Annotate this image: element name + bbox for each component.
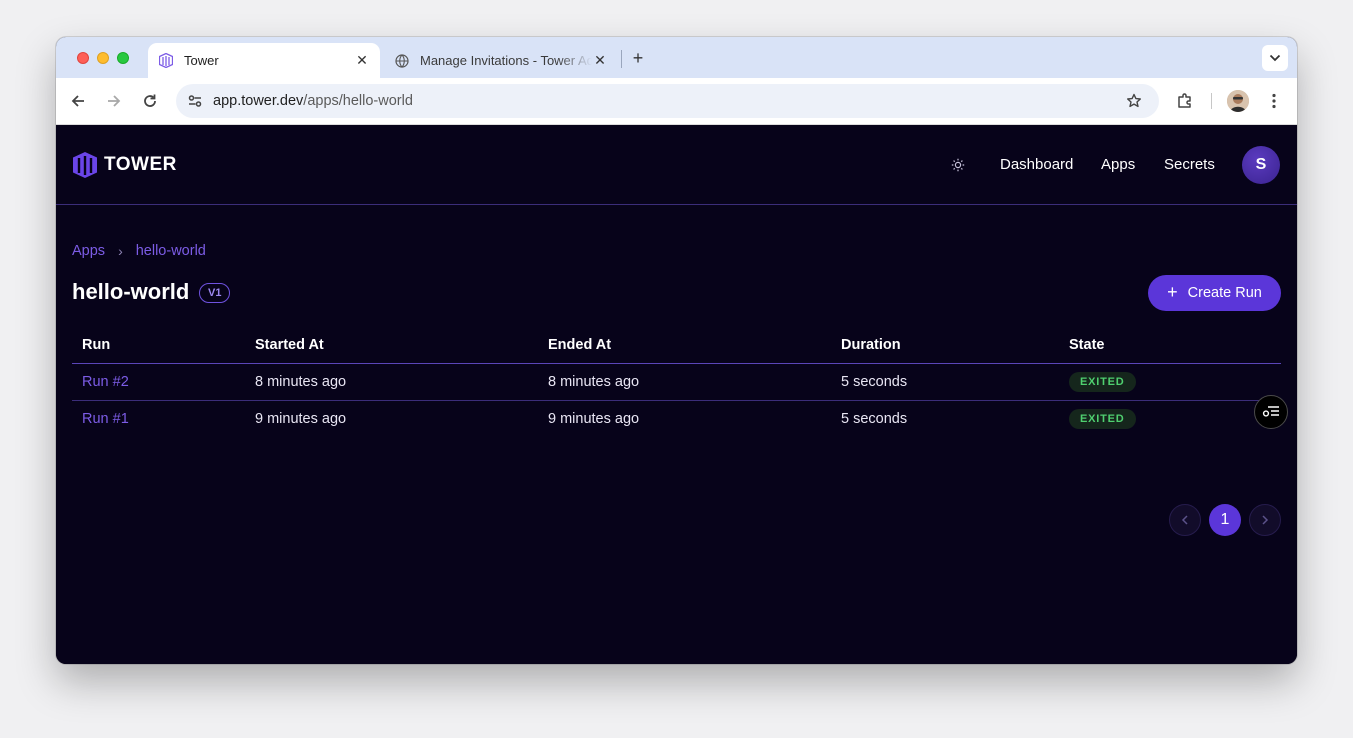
tower-logo[interactable]: TOWER — [72, 151, 177, 179]
tab-title: Manage Invitations - Tower Admin — [420, 53, 592, 68]
url-host: app.tower.dev — [213, 93, 304, 109]
column-header-state: State — [1059, 327, 1281, 364]
floating-settings-button[interactable] — [1254, 395, 1288, 429]
forward-button[interactable] — [103, 90, 125, 112]
app-header: TOWER Dashboard Apps Secrets S — [56, 125, 1297, 205]
table-row[interactable]: Run #1 9 minutes ago 9 minutes ago 5 sec… — [72, 400, 1281, 437]
nav-apps[interactable]: Apps — [1101, 156, 1135, 173]
arrow-left-icon — [71, 95, 84, 107]
create-run-label: Create Run — [1187, 285, 1262, 301]
chevron-left-icon — [1181, 515, 1188, 525]
chevron-right-icon — [1262, 515, 1269, 525]
back-button[interactable] — [67, 90, 89, 112]
tab-tower[interactable]: Tower ✕ — [148, 43, 380, 78]
url-text[interactable]: app.tower.dev/apps/hello-world — [213, 93, 413, 109]
toolbar-divider — [1211, 93, 1212, 109]
tab-search-button[interactable] — [1262, 45, 1288, 71]
table-row[interactable]: Run #2 8 minutes ago 8 minutes ago 5 sec… — [72, 363, 1281, 401]
run-cell: Run #2 — [72, 363, 245, 401]
puzzle-icon — [1178, 93, 1191, 108]
started-at-cell: 9 minutes ago — [255, 410, 347, 427]
arrow-right-icon — [108, 95, 121, 107]
close-window-button[interactable] — [77, 52, 89, 64]
state-cell: EXITED — [1059, 400, 1281, 437]
plus-icon: + — [1167, 281, 1178, 302]
theme-toggle-button[interactable] — [948, 155, 968, 175]
bookmark-star-icon[interactable] — [1123, 90, 1145, 112]
version-badge: V1 — [199, 283, 231, 303]
pagination-prev-button[interactable] — [1169, 504, 1201, 536]
filter-list-icon — [1262, 406, 1279, 417]
state-cell: EXITED — [1059, 363, 1281, 401]
duration-cell: 5 seconds — [841, 410, 908, 427]
status-badge: EXITED — [1069, 371, 1136, 392]
breadcrumb-current[interactable]: hello-world — [136, 243, 206, 259]
create-run-button[interactable]: + Create Run — [1148, 275, 1281, 311]
user-avatar[interactable]: S — [1242, 146, 1280, 184]
nav-secrets[interactable]: Secrets — [1164, 156, 1215, 173]
nav-dashboard[interactable]: Dashboard — [1000, 156, 1073, 173]
close-tab-icon[interactable]: ✕ — [354, 52, 370, 69]
minimize-window-button[interactable] — [97, 52, 109, 64]
breadcrumb: Apps › hello-world — [72, 243, 206, 259]
started-at-cell: 8 minutes ago — [245, 363, 538, 401]
tab-strip: Tower ✕ Manage Invitations - Tower Admin… — [56, 37, 1297, 78]
globe-icon — [394, 53, 410, 69]
run-cell: Run #1 — [72, 400, 245, 437]
tower-favicon-icon — [158, 53, 174, 69]
app-page: TOWER Dashboard Apps Secrets S Apps › he… — [56, 125, 1297, 664]
column-header-started-at: Started At — [245, 327, 538, 364]
page-title: hello-world — [72, 279, 190, 304]
tab-title: Tower — [184, 53, 219, 68]
table-header-row: Run Started At Ended At Duration State — [72, 327, 1281, 364]
tower-logo-icon — [73, 152, 97, 178]
new-tab-button[interactable]: + — [628, 48, 648, 68]
breadcrumb-separator: › — [118, 243, 123, 259]
runs-table: Run Started At Ended At Duration State R… — [72, 327, 1281, 437]
profile-avatar[interactable] — [1227, 90, 1249, 112]
chevron-down-icon — [1269, 54, 1281, 62]
browser-window: Tower ✕ Manage Invitations - Tower Admin… — [56, 37, 1297, 664]
ended-at-cell: 9 minutes ago — [548, 410, 640, 427]
maximize-window-button[interactable] — [117, 52, 129, 64]
close-tab-icon[interactable]: ✕ — [592, 52, 608, 69]
pagination-page-1[interactable]: 1 — [1209, 504, 1241, 536]
browser-menu-button[interactable] — [1263, 90, 1285, 112]
extensions-button[interactable] — [1174, 90, 1196, 112]
reload-button[interactable] — [139, 90, 161, 112]
url-path: /apps/hello-world — [303, 93, 413, 109]
column-header-ended-at: Ended At — [538, 327, 831, 364]
reload-icon — [144, 94, 156, 107]
more-vertical-icon — [1272, 93, 1276, 109]
pagination-next-button[interactable] — [1249, 504, 1281, 536]
logo-text: TOWER — [104, 154, 177, 175]
address-bar[interactable]: app.tower.dev/apps/hello-world — [176, 84, 1159, 118]
browser-toolbar: app.tower.dev/apps/hello-world — [56, 78, 1297, 125]
run-link[interactable]: Run #2 — [82, 374, 129, 390]
run-link[interactable]: Run #1 — [82, 411, 129, 427]
tab-divider — [621, 50, 622, 68]
ended-at-cell: 8 minutes ago — [538, 363, 831, 401]
breadcrumb-apps-link[interactable]: Apps — [72, 243, 105, 259]
site-settings-icon[interactable] — [184, 90, 206, 112]
column-header-run: Run — [72, 327, 245, 364]
tab-manage-invitations[interactable]: Manage Invitations - Tower Admin ✕ — [386, 43, 618, 78]
status-badge: EXITED — [1069, 408, 1136, 429]
sun-icon — [951, 158, 965, 172]
duration-cell: 5 seconds — [831, 363, 1059, 401]
column-header-duration: Duration — [831, 327, 1059, 364]
